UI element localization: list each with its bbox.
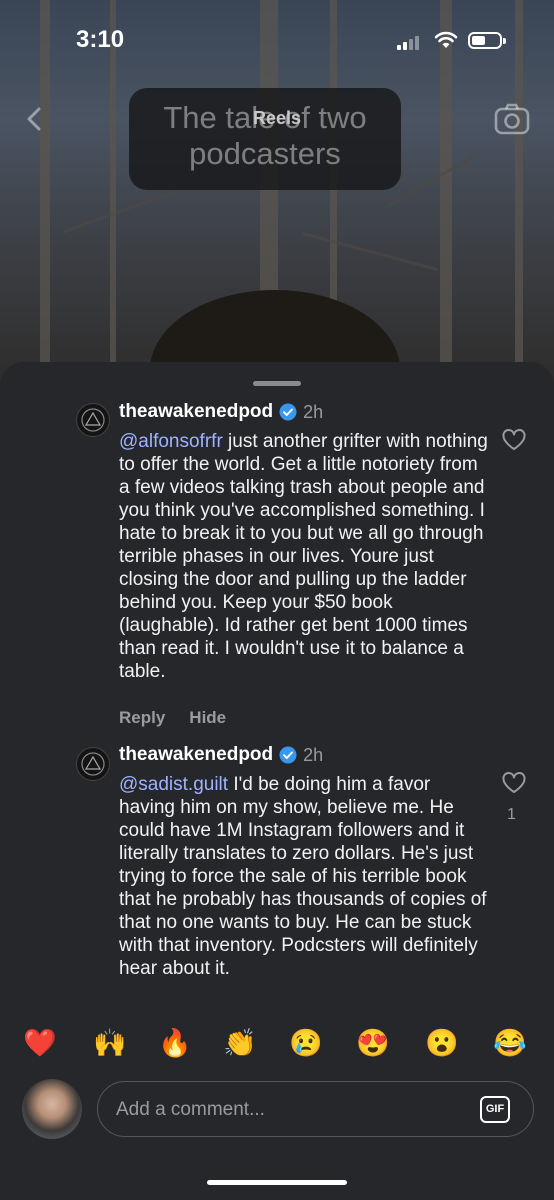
commenter-avatar[interactable]: [76, 403, 110, 437]
triangle-logo-icon: [81, 408, 105, 432]
comment-header: theawakenedpod 2h: [119, 743, 323, 767]
home-indicator: [207, 1180, 347, 1185]
comment-input-placeholder[interactable]: Add a comment...: [116, 1099, 265, 1121]
verified-badge-icon: [279, 746, 297, 764]
triangle-logo-icon: [81, 752, 105, 776]
like-heart-icon[interactable]: [501, 771, 527, 795]
surprised-face-emoji[interactable]: 😮: [422, 1027, 462, 1059]
raised-hands-emoji[interactable]: 🙌: [90, 1027, 130, 1059]
cellular-signal-icon: [397, 36, 419, 50]
comment-actions: Reply Hide: [119, 708, 226, 728]
status-time: 3:10: [76, 26, 125, 53]
comment-body: I'd be doing him a favor having him on m…: [119, 774, 487, 979]
comment-header: theawakenedpod 2h: [119, 400, 323, 424]
status-bar: 3:10: [0, 0, 554, 84]
commenter-avatar[interactable]: [76, 747, 110, 781]
heart-eyes-emoji[interactable]: 😍: [353, 1027, 393, 1059]
avatar[interactable]: [22, 1079, 82, 1139]
sheet-drag-handle[interactable]: [253, 381, 301, 386]
comment-text: @alfonsofrfr just another grifter with n…: [119, 430, 489, 683]
comment-username[interactable]: theawakenedpod: [119, 744, 273, 766]
comment-timestamp: 2h: [303, 401, 324, 422]
comment-username[interactable]: theawakenedpod: [119, 401, 273, 423]
comment-body: just another grifter with nothing to off…: [119, 431, 488, 682]
red-heart-emoji[interactable]: ❤️: [20, 1027, 60, 1059]
clapping-hands-emoji[interactable]: 👏: [220, 1027, 260, 1059]
hide-button[interactable]: Hide: [189, 708, 226, 728]
gif-button[interactable]: GIF: [480, 1096, 510, 1123]
like-count: 1: [507, 806, 516, 823]
comment-timestamp: 2h: [303, 744, 324, 765]
crying-face-emoji[interactable]: 😢: [286, 1027, 326, 1059]
fire-emoji[interactable]: 🔥: [155, 1027, 195, 1059]
page-title: Reels: [252, 108, 302, 128]
wifi-icon: [434, 31, 458, 48]
emoji-reaction-bar: [0, 1016, 554, 1072]
reply-button[interactable]: Reply: [119, 708, 165, 728]
verified-badge-icon: [279, 403, 297, 421]
comment-mention[interactable]: @sadist.guilt: [119, 774, 228, 795]
comment-text: @sadist.guilt I'd be doing him a favor h…: [119, 773, 489, 980]
comment-mention[interactable]: @alfonsofrfr: [119, 431, 223, 452]
like-heart-icon[interactable]: [501, 428, 527, 452]
battery-icon: [468, 32, 506, 49]
tears-of-joy-emoji[interactable]: 😂: [490, 1027, 530, 1059]
